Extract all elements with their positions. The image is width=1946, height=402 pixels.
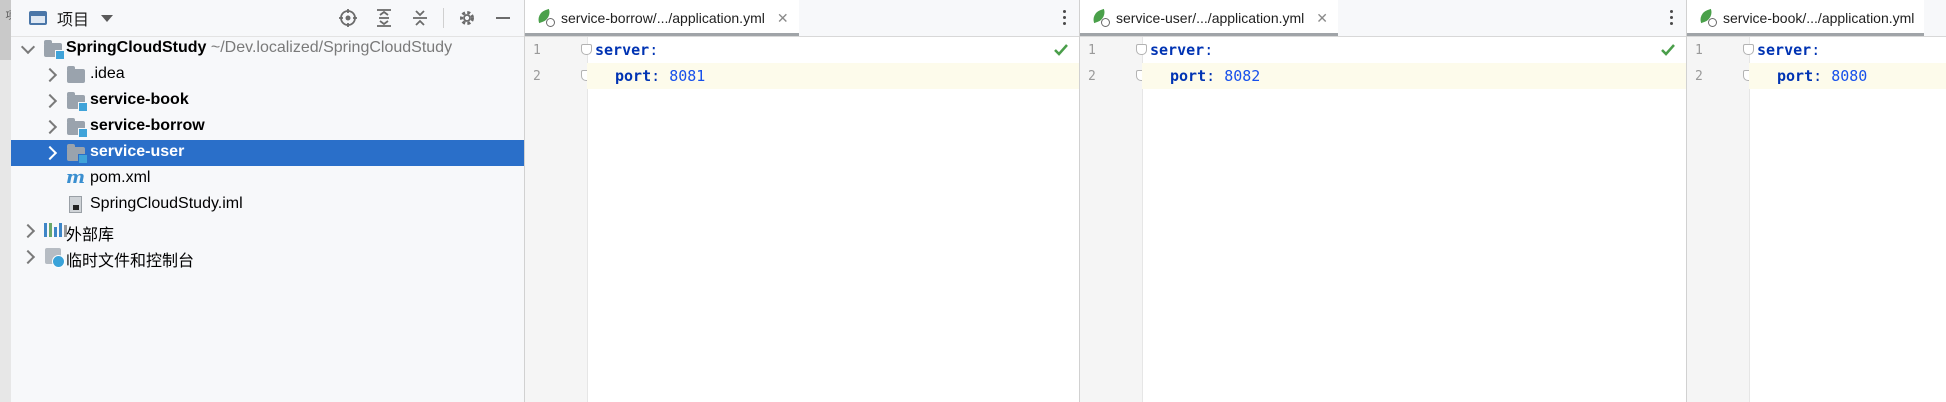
tree-item-service-borrow[interactable]: service-borrow <box>11 114 524 140</box>
code-line: server: <box>595 41 659 59</box>
line-number: 2 <box>1695 68 1703 84</box>
line-number: 2 <box>1088 68 1096 84</box>
tree-item-label: pom.xml <box>90 169 151 186</box>
project-window-icon <box>29 11 47 25</box>
check-icon[interactable] <box>1660 43 1676 62</box>
project-tool-window-tab[interactable]: 项 <box>0 0 14 60</box>
yaml-key: port <box>615 67 652 85</box>
code-area[interactable]: server: port: 8082 <box>1142 37 1686 402</box>
tree-item-label: service-borrow <box>90 117 205 134</box>
editor-tab-bar: service-borrow/.../application.yml ✕ <box>525 0 1079 37</box>
spring-yaml-icon <box>1090 8 1110 27</box>
tree-item-external-libraries[interactable]: 外部库 <box>11 218 524 244</box>
project-panel-header: 项目 <box>11 0 524 37</box>
code-line-current: port: 8080 <box>1749 63 1946 89</box>
module-folder-icon <box>44 40 65 60</box>
scratches-icon <box>45 248 65 268</box>
tree-item-service-book[interactable]: service-book <box>11 88 524 114</box>
line-number: 1 <box>1088 42 1096 58</box>
more-options-icon[interactable] <box>1670 10 1674 25</box>
tab-service-borrow-application-yml[interactable]: service-borrow/.../application.yml ✕ <box>525 0 799 36</box>
locate-icon[interactable] <box>335 5 361 31</box>
line-gutter: 1 2 <box>1080 37 1147 402</box>
chevron-right-icon[interactable] <box>42 93 58 109</box>
tree-item-label: service-book <box>90 91 189 108</box>
chevron-down-icon[interactable] <box>101 14 114 22</box>
module-folder-icon <box>67 144 88 164</box>
tree-item-service-user[interactable]: service-user <box>11 140 524 166</box>
editor-pane-book[interactable]: service-book/.../application.yml 1 2 ser… <box>1686 0 1946 402</box>
code-area[interactable]: server: port: 8080 <box>1749 37 1946 402</box>
tab-label: service-user/.../application.yml <box>1116 10 1305 26</box>
close-icon[interactable]: ✕ <box>1316 10 1328 27</box>
module-file-icon <box>69 196 82 213</box>
spring-yaml-icon <box>535 8 555 27</box>
toolbar-divider <box>443 8 444 28</box>
expand-all-icon[interactable] <box>371 5 397 31</box>
chevron-right-icon[interactable] <box>20 223 36 239</box>
tab-service-user-application-yml[interactable]: service-user/.../application.yml ✕ <box>1080 0 1339 36</box>
project-panel: 项目 SpringCloudStudy ~/Dev.localized/Spri… <box>11 0 525 402</box>
tree-item-label: .idea <box>90 65 125 82</box>
code-area[interactable]: server: port: 8081 <box>587 37 1079 402</box>
tab-service-book-application-yml[interactable]: service-book/.../application.yml <box>1687 0 1925 36</box>
line-number: 1 <box>533 42 541 58</box>
project-toolbar <box>335 5 524 31</box>
tree-item-springcloudstudy[interactable]: SpringCloudStudy ~/Dev.localized/SpringC… <box>11 36 524 62</box>
yaml-key: server <box>595 41 650 59</box>
tree-item-label: 外部库 <box>66 227 115 244</box>
chevron-right-icon[interactable] <box>42 145 58 161</box>
yaml-value: 8082 <box>1224 67 1261 85</box>
editor-pane-borrow[interactable]: service-borrow/.../application.yml ✕ 1 2… <box>524 0 1079 402</box>
more-options-icon[interactable] <box>1063 10 1067 25</box>
tree-item-scratches[interactable]: 临时文件和控制台 <box>11 244 524 270</box>
editor-tab-bar: service-user/.../application.yml ✕ <box>1080 0 1686 37</box>
tree-item-iml[interactable]: SpringCloudStudy.iml <box>11 192 524 218</box>
yaml-key: port <box>1170 67 1207 85</box>
check-icon[interactable] <box>1053 43 1069 62</box>
editor-pane-user[interactable]: service-user/.../application.yml ✕ 1 2 s… <box>1079 0 1686 402</box>
tree-item-pom-xml[interactable]: m pom.xml <box>11 166 524 192</box>
yaml-key: port <box>1777 67 1814 85</box>
tree-item-idea[interactable]: .idea <box>11 62 524 88</box>
project-tree: SpringCloudStudy ~/Dev.localized/SpringC… <box>11 36 524 270</box>
chevron-right-icon[interactable] <box>42 67 58 83</box>
yaml-value: 8080 <box>1831 67 1868 85</box>
line-number: 2 <box>533 68 541 84</box>
yaml-value: 8081 <box>669 67 706 85</box>
minimize-icon[interactable] <box>490 5 516 31</box>
tab-label: service-borrow/.../application.yml <box>561 10 765 26</box>
tree-item-label: SpringCloudStudy.iml <box>90 195 243 212</box>
yaml-key: server <box>1757 41 1812 59</box>
project-panel-title[interactable]: 项目 <box>57 6 89 30</box>
line-number: 1 <box>1695 42 1703 58</box>
line-gutter: 1 2 <box>1687 37 1754 402</box>
tree-item-label: 临时文件和控制台 <box>66 253 195 270</box>
chevron-down-icon[interactable] <box>20 39 36 55</box>
tree-item-label: service-user <box>90 143 185 160</box>
line-gutter: 1 2 <box>525 37 592 402</box>
tree-item-label: SpringCloudStudy <box>66 39 207 56</box>
gear-icon[interactable] <box>454 5 480 31</box>
code-line: server: <box>1150 41 1214 59</box>
collapse-all-icon[interactable] <box>407 5 433 31</box>
yaml-key: server <box>1150 41 1205 59</box>
maven-file-icon: m <box>66 167 86 188</box>
editor-tab-bar: service-book/.../application.yml <box>1687 0 1946 37</box>
code-line: server: <box>1757 41 1821 59</box>
module-folder-icon <box>67 92 88 112</box>
library-icon <box>44 223 67 237</box>
project-path: ~/Dev.localized/SpringCloudStudy <box>210 39 453 56</box>
close-icon[interactable]: ✕ <box>777 10 789 27</box>
code-line-current: port: 8081 <box>587 63 1079 89</box>
code-line-current: port: 8082 <box>1142 63 1686 89</box>
module-folder-icon <box>67 118 88 138</box>
chevron-right-icon[interactable] <box>20 249 36 265</box>
chevron-right-icon[interactable] <box>42 119 58 135</box>
folder-icon <box>67 66 85 83</box>
spring-yaml-icon <box>1697 8 1717 27</box>
tab-label: service-book/.../application.yml <box>1723 10 1915 26</box>
